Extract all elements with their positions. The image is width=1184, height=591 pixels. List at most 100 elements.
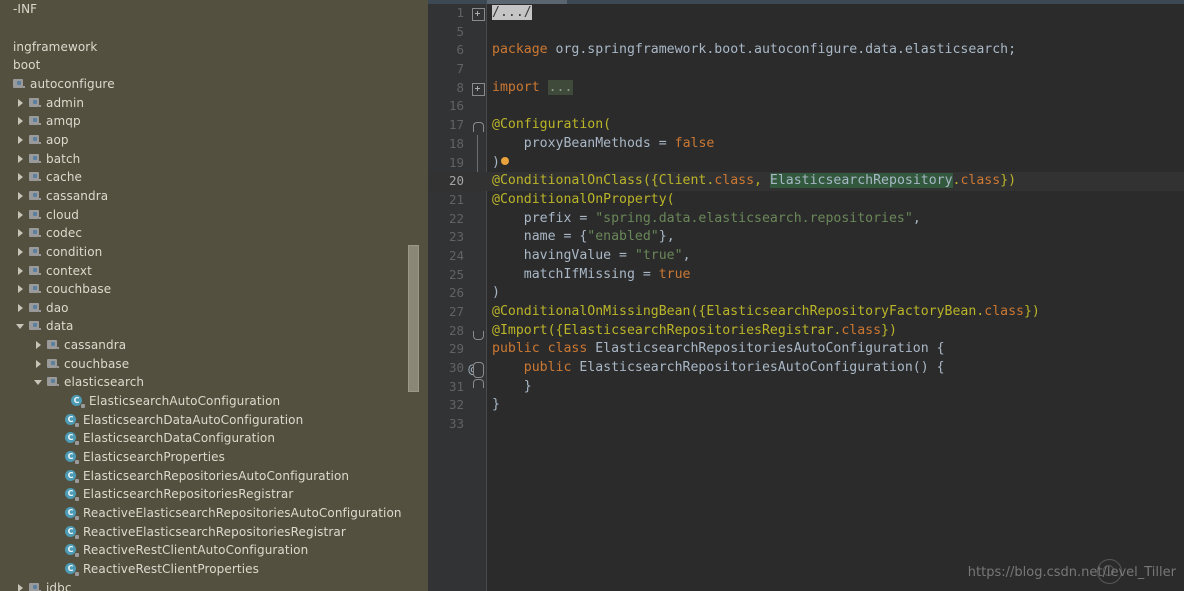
code-text: @ConditionalOnProperty(: [492, 191, 675, 207]
fold-expand-icon[interactable]: [472, 82, 485, 96]
chevron-right-icon[interactable]: [16, 97, 27, 108]
tree-item[interactable]: ElasticsearchDataConfiguration: [0, 429, 428, 448]
chevron-right-icon[interactable]: [16, 209, 27, 220]
tree-item[interactable]: context: [0, 261, 428, 280]
code-line[interactable]: 8 import ...: [428, 79, 1184, 98]
tree-item[interactable]: aop: [0, 131, 428, 150]
tree-item[interactable]: elasticsearch: [0, 373, 428, 392]
chevron-down-icon[interactable]: [16, 321, 27, 332]
chevron-right-icon[interactable]: [16, 190, 27, 201]
fold-region-cap-icon[interactable]: [473, 330, 484, 340]
code-line[interactable]: 32}: [428, 396, 1184, 415]
code-text: ): [492, 285, 500, 301]
code-line[interactable]: 26): [428, 284, 1184, 303]
tree-item[interactable]: cassandra: [0, 187, 428, 206]
chevron-right-icon[interactable]: [16, 582, 27, 591]
java-class-icon: [65, 488, 79, 502]
package-icon: [13, 78, 26, 90]
tree-item[interactable]: ReactiveRestClientAutoConfiguration: [0, 541, 428, 560]
code-line[interactable]: 20 @ConditionalOnClass({Client.class, Ela…: [428, 172, 1184, 191]
chevron-right-icon[interactable]: [16, 302, 27, 313]
tree-item[interactable]: boot: [0, 56, 428, 75]
chevron-right-icon[interactable]: [16, 134, 27, 145]
tree-item[interactable]: admin: [0, 93, 428, 112]
tree-item-label: ReactiveElasticsearchRepositoriesRegistr…: [83, 524, 346, 539]
chevron-right-icon[interactable]: [16, 153, 27, 164]
tree-item[interactable]: ElasticsearchDataAutoConfiguration: [0, 410, 428, 429]
chevron-right-icon[interactable]: [16, 265, 27, 276]
tree-item[interactable]: cache: [0, 168, 428, 187]
intention-bulb-icon[interactable]: [500, 156, 509, 165]
tree-item[interactable]: cloud: [0, 205, 428, 224]
java-class-icon: [65, 469, 79, 483]
tree-item[interactable]: codec: [0, 224, 428, 243]
fold-region-cap-icon[interactable]: [473, 378, 484, 388]
package-icon: [29, 227, 42, 239]
tree-item[interactable]: ElasticsearchProperties: [0, 448, 428, 467]
chevron-right-icon[interactable]: [34, 358, 45, 369]
line-number: 16: [448, 98, 464, 114]
code-line[interactable]: 33: [428, 415, 1184, 434]
tree-item[interactable]: amqp: [0, 112, 428, 131]
tree-item[interactable]: ReactiveElasticsearchRepositoriesRegistr…: [0, 522, 428, 541]
code-editor[interactable]: 1 /.../ 5 6 package org.springframework.boot…: [428, 0, 1184, 591]
project-tree-panel[interactable]: -INF ingframework boot autoconfigure admin am…: [0, 0, 428, 591]
chevron-right-icon[interactable]: [16, 246, 27, 257]
tree-item[interactable]: cassandra: [0, 336, 428, 355]
code-line[interactable]: 19): [428, 153, 1184, 173]
chevron-right-icon[interactable]: [16, 172, 27, 183]
tree-item[interactable]: jdbc: [0, 578, 428, 591]
fold-region-cap-icon[interactable]: [473, 369, 484, 379]
tree-item-label: autoconfigure: [30, 76, 115, 91]
tree-item[interactable]: ElasticsearchRepositoriesAutoConfigurati…: [0, 466, 428, 485]
code-line[interactable]: 25 matchIfMissing = true: [428, 266, 1184, 285]
code-line[interactable]: 23 name = {"enabled"},: [428, 228, 1184, 247]
tree-item[interactable]: couchbase: [0, 280, 428, 299]
code-line[interactable]: 21 @ConditionalOnProperty(: [428, 191, 1184, 210]
code-line[interactable]: 7: [428, 60, 1184, 79]
code-line[interactable]: 24 havingValue = "true",: [428, 247, 1184, 266]
chevron-right-icon[interactable]: [16, 228, 27, 239]
chevron-right-icon[interactable]: [16, 284, 27, 295]
code-line[interactable]: 27 @ConditionalOnMissingBean({Elasticsear…: [428, 303, 1184, 322]
code-content[interactable]: 1 /.../ 5 6 package org.springframework.boot…: [428, 4, 1184, 591]
tree-item[interactable]: [0, 19, 428, 38]
tree-item[interactable]: ReactiveElasticsearchRepositoriesAutoCon…: [0, 504, 428, 523]
code-line[interactable]: 6 package org.springframework.boot.autoco…: [428, 41, 1184, 60]
code-line[interactable]: 16: [428, 97, 1184, 116]
tree-item[interactable]: ReactiveRestClientProperties: [0, 560, 428, 579]
project-tree[interactable]: -INF ingframework boot autoconfigure admin am…: [0, 0, 428, 591]
code-line[interactable]: 1 /.../: [428, 4, 1184, 23]
tree-item[interactable]: ingframework: [0, 37, 428, 56]
fold-collapse-icon[interactable]: [473, 122, 484, 133]
code-line[interactable]: 17 @Configuration(: [428, 116, 1184, 135]
code-line[interactable]: 28 @Import({ElasticsearchRepositoriesRegi…: [428, 322, 1184, 341]
tree-item[interactable]: ElasticsearchRepositoriesRegistrar: [0, 485, 428, 504]
code-line[interactable]: 30 @ public ElasticsearchRepositoriesAuto…: [428, 359, 1184, 379]
tree-item[interactable]: autoconfigure: [0, 75, 428, 94]
code-line[interactable]: 5: [428, 23, 1184, 42]
tree-item[interactable]: ElasticsearchAutoConfiguration: [0, 392, 428, 411]
code-line[interactable]: 18 proxyBeanMethods = false: [428, 134, 1184, 154]
tree-item[interactable]: condition: [0, 243, 428, 262]
tree-item[interactable]: batch: [0, 149, 428, 168]
tree-item[interactable]: data: [0, 317, 428, 336]
chevron-down-icon[interactable]: [34, 377, 45, 388]
fold-region-line: [477, 153, 478, 173]
code-line[interactable]: 31 }: [428, 378, 1184, 397]
chevron-right-icon[interactable]: [16, 116, 27, 127]
tree-item-label: ElasticsearchRepositoriesAutoConfigurati…: [83, 468, 350, 483]
tree-item[interactable]: -INF: [0, 0, 428, 19]
line-number: 30: [448, 360, 464, 376]
tree-item-label: condition: [46, 244, 103, 259]
code-text: havingValue = "true",: [492, 247, 691, 263]
chevron-right-icon[interactable]: [34, 340, 45, 351]
project-tree-scrollbar-thumb[interactable]: [408, 245, 419, 392]
tree-item[interactable]: dao: [0, 299, 428, 318]
fold-expand-icon[interactable]: [472, 8, 485, 21]
project-tree-scrollbar-track: [419, 0, 428, 591]
line-number: 17: [448, 117, 464, 133]
tree-item[interactable]: couchbase: [0, 354, 428, 373]
code-line[interactable]: 22 prefix = "spring.data.elasticsearch.r…: [428, 210, 1184, 229]
code-line[interactable]: 29 public class ElasticsearchRepositories…: [428, 340, 1184, 359]
